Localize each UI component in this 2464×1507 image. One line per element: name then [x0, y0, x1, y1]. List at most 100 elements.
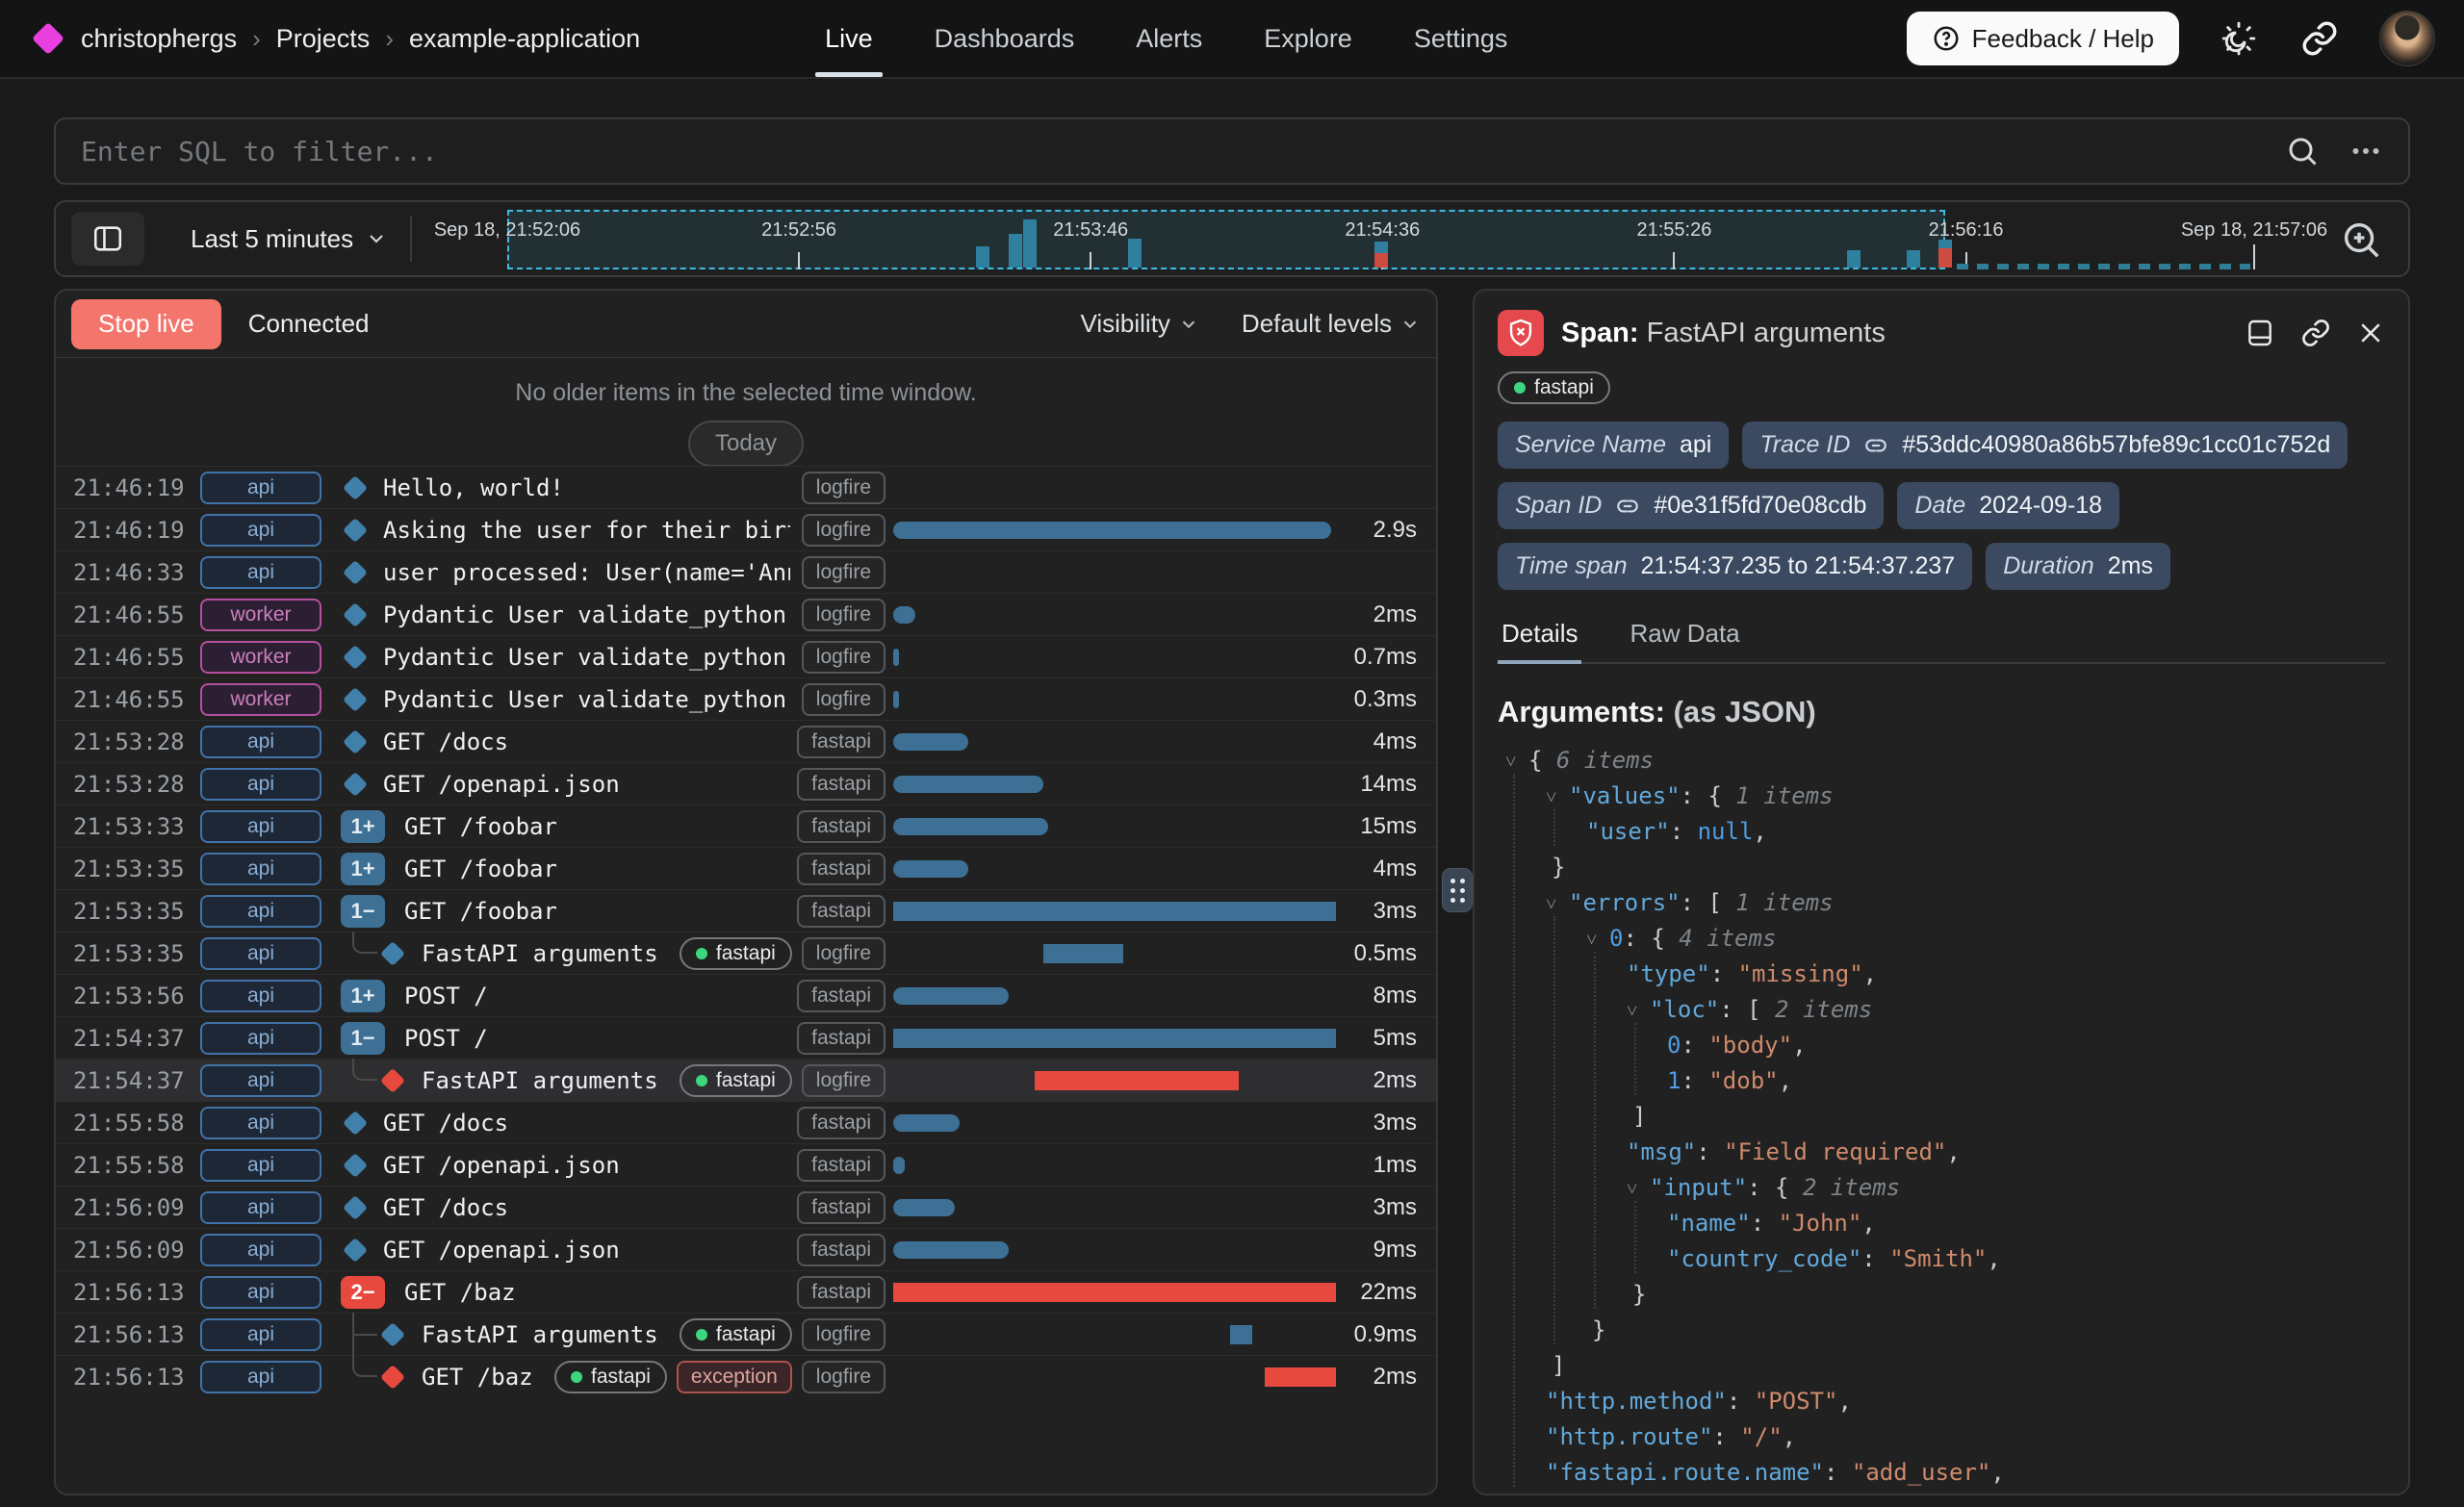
trace-row[interactable]: 21:53:56api1+POST /fastapi8ms	[56, 974, 1436, 1016]
children-count-badge[interactable]: 1−	[341, 1017, 395, 1059]
collapse-chevron-icon[interactable]: ˅	[1586, 922, 1609, 958]
stop-live-button[interactable]: Stop live	[71, 299, 221, 349]
arguments-json-tree: ˅{ 6 items˅"values": { 1 items"user": nu…	[1498, 743, 2385, 1491]
trace-row[interactable]: 21:56:13apiFastAPI argumentsfastapilogfi…	[56, 1313, 1436, 1355]
sql-filter-bar[interactable]: Enter SQL to filter...	[54, 117, 2410, 185]
json-line[interactable]: 1: "dob",	[1498, 1063, 2385, 1099]
trace-row[interactable]: 21:53:35api1−GET /foobarfastapi3ms	[56, 889, 1436, 932]
breadcrumb-item[interactable]: example-application	[409, 24, 640, 54]
trace-row[interactable]: 21:53:35apiFastAPI argumentsfastapilogfi…	[56, 932, 1436, 974]
panel-resize-handle[interactable]	[1442, 868, 1473, 912]
sidebar-toggle-button[interactable]	[71, 212, 144, 266]
json-line[interactable]: ]	[1498, 1348, 2385, 1384]
json-line[interactable]: }	[1498, 850, 2385, 885]
children-count-badge[interactable]: 2−	[341, 1271, 395, 1313]
today-button[interactable]: Today	[688, 421, 804, 467]
trace-row[interactable]: 21:46:19apiHello, world!logfire	[56, 466, 1436, 508]
timeline-histogram[interactable]: Sep 18, 21:52:06Sep 18, 21:57:0621:52:56…	[507, 210, 2254, 269]
default-levels-dropdown[interactable]: Default levels	[1242, 309, 1421, 339]
trace-row[interactable]: 21:46:33apiuser processed: User(name='An…	[56, 550, 1436, 593]
trace-row[interactable]: 21:54:37api1−POST /fastapi5ms	[56, 1016, 1436, 1059]
search-icon[interactable]	[2285, 134, 2320, 168]
json-line[interactable]: ˅"values": { 1 items	[1498, 779, 2385, 814]
badge-collapse[interactable]: 1−	[341, 1022, 385, 1055]
badge-collapse[interactable]: 2−	[341, 1276, 385, 1309]
timeline-zoom-button[interactable]	[2339, 217, 2383, 262]
tab-details[interactable]: Details	[1498, 613, 1581, 662]
nav-tab-dashboards[interactable]: Dashboards	[904, 0, 1106, 77]
nav-tab-alerts[interactable]: Alerts	[1105, 0, 1233, 77]
json-line[interactable]: }	[1498, 1277, 2385, 1313]
panel-layout-icon[interactable]	[2245, 318, 2275, 348]
collapse-chevron-icon[interactable]: ˅	[1627, 993, 1650, 1029]
json-line[interactable]: "type": "missing",	[1498, 957, 2385, 992]
row-tags: fastapi	[797, 1149, 886, 1182]
row-tags: fastapi	[797, 853, 886, 885]
collapse-chevron-icon[interactable]: ˅	[1505, 744, 1528, 779]
nav-tab-live[interactable]: Live	[794, 0, 904, 77]
nav-tab-settings[interactable]: Settings	[1383, 0, 1539, 77]
trace-row[interactable]: 21:46:55workerPydantic User validate_pyt…	[56, 593, 1436, 635]
json-line[interactable]: "http.route": "/",	[1498, 1419, 2385, 1455]
trace-row[interactable]: 21:55:58apiGET /openapi.jsonfastapi1ms	[56, 1143, 1436, 1186]
trace-row[interactable]: 21:53:28apiGET /openapi.jsonfastapi14ms	[56, 762, 1436, 805]
json-line[interactable]: ˅"loc": [ 2 items	[1498, 992, 2385, 1028]
json-line[interactable]: ˅"errors": [ 1 items	[1498, 885, 2385, 921]
nav-tab-explore[interactable]: Explore	[1233, 0, 1383, 77]
collapse-chevron-icon[interactable]: ˅	[1627, 1171, 1650, 1207]
feedback-help-button[interactable]: Feedback / Help	[1907, 12, 2179, 65]
trace-row[interactable]: 21:53:35api1+GET /foobarfastapi4ms	[56, 847, 1436, 889]
trace-row[interactable]: 21:53:28apiGET /docsfastapi4ms	[56, 720, 1436, 762]
visibility-dropdown[interactable]: Visibility	[1080, 309, 1198, 339]
json-line[interactable]: "name": "John",	[1498, 1206, 2385, 1241]
json-line[interactable]: ˅{ 6 items	[1498, 743, 2385, 779]
trace-row[interactable]: 21:53:33api1+GET /foobarfastapi15ms	[56, 805, 1436, 847]
children-count-badge[interactable]: 1+	[341, 805, 395, 847]
timeline-selection[interactable]	[507, 210, 1945, 269]
link-icon[interactable]	[1863, 433, 1888, 458]
json-line[interactable]: "fastapi.route.name": "add_user",	[1498, 1455, 2385, 1491]
trace-row[interactable]: 21:56:13apiGET /baz (fofastapiexceptionl…	[56, 1355, 1436, 1397]
children-count-badge[interactable]: 1+	[341, 975, 395, 1016]
children-count-badge[interactable]: 1+	[341, 848, 395, 889]
trace-row[interactable]: 21:46:55workerPydantic User validate_pyt…	[56, 677, 1436, 720]
json-line[interactable]: ˅"input": { 2 items	[1498, 1170, 2385, 1206]
json-line[interactable]: }	[1498, 1313, 2385, 1348]
share-link-icon[interactable]	[2298, 17, 2341, 60]
json-line[interactable]: "msg": "Field required",	[1498, 1135, 2385, 1170]
badge-collapse[interactable]: 1−	[341, 895, 385, 928]
children-count-badge[interactable]: 1−	[341, 890, 395, 932]
json-line[interactable]: ˅0: { 4 items	[1498, 921, 2385, 957]
trace-row[interactable]: 21:56:09apiGET /openapi.jsonfastapi9ms	[56, 1228, 1436, 1270]
trace-row[interactable]: 21:46:19apiAsking the user for their bir…	[56, 508, 1436, 550]
trace-row[interactable]: 21:54:37apiFastAPI argumentsfastapilogfi…	[56, 1059, 1436, 1101]
json-line[interactable]: "country_code": "Smith",	[1498, 1241, 2385, 1277]
collapse-chevron-icon[interactable]: ˅	[1546, 779, 1569, 815]
tab-raw-data[interactable]: Raw Data	[1626, 613, 1743, 662]
breadcrumb-item[interactable]: Projects	[276, 24, 371, 54]
trace-row[interactable]: 21:56:09apiGET /docsfastapi3ms	[56, 1186, 1436, 1228]
row-message: Pydantic User validate_python	[383, 601, 790, 628]
link-icon[interactable]	[1615, 494, 1640, 519]
copy-link-icon[interactable]	[2300, 318, 2331, 348]
json-line[interactable]: "http.method": "POST",	[1498, 1384, 2385, 1419]
duration-span-bar	[893, 902, 1336, 921]
json-line[interactable]: 0: "body",	[1498, 1028, 2385, 1063]
trace-row[interactable]: 21:55:58apiGET /docsfastapi3ms	[56, 1101, 1436, 1143]
time-range-dropdown[interactable]: Last 5 minutes	[191, 202, 388, 275]
trace-row[interactable]: 21:46:55workerPydantic User validate_pyt…	[56, 635, 1436, 677]
breadcrumb-item[interactable]: christophergs	[81, 24, 237, 54]
close-icon[interactable]	[2356, 319, 2385, 347]
fastapi-tag-pill[interactable]: fastapi	[1498, 371, 1610, 404]
collapse-chevron-icon[interactable]: ˅	[1546, 886, 1569, 922]
trace-row[interactable]: 21:56:13api2−GET /bazfastapi22ms	[56, 1270, 1436, 1313]
badge-expand[interactable]: 1+	[341, 980, 385, 1012]
json-line[interactable]: ]	[1498, 1099, 2385, 1135]
badge-expand[interactable]: 1+	[341, 810, 385, 843]
user-avatar[interactable]	[2379, 11, 2435, 66]
more-options-icon[interactable]	[2348, 134, 2383, 168]
json-line[interactable]: "user": null,	[1498, 814, 2385, 850]
badge-expand[interactable]: 1+	[341, 853, 385, 885]
theme-toggle-icon[interactable]	[2218, 17, 2260, 60]
logfire-logo-icon[interactable]	[32, 22, 64, 55]
